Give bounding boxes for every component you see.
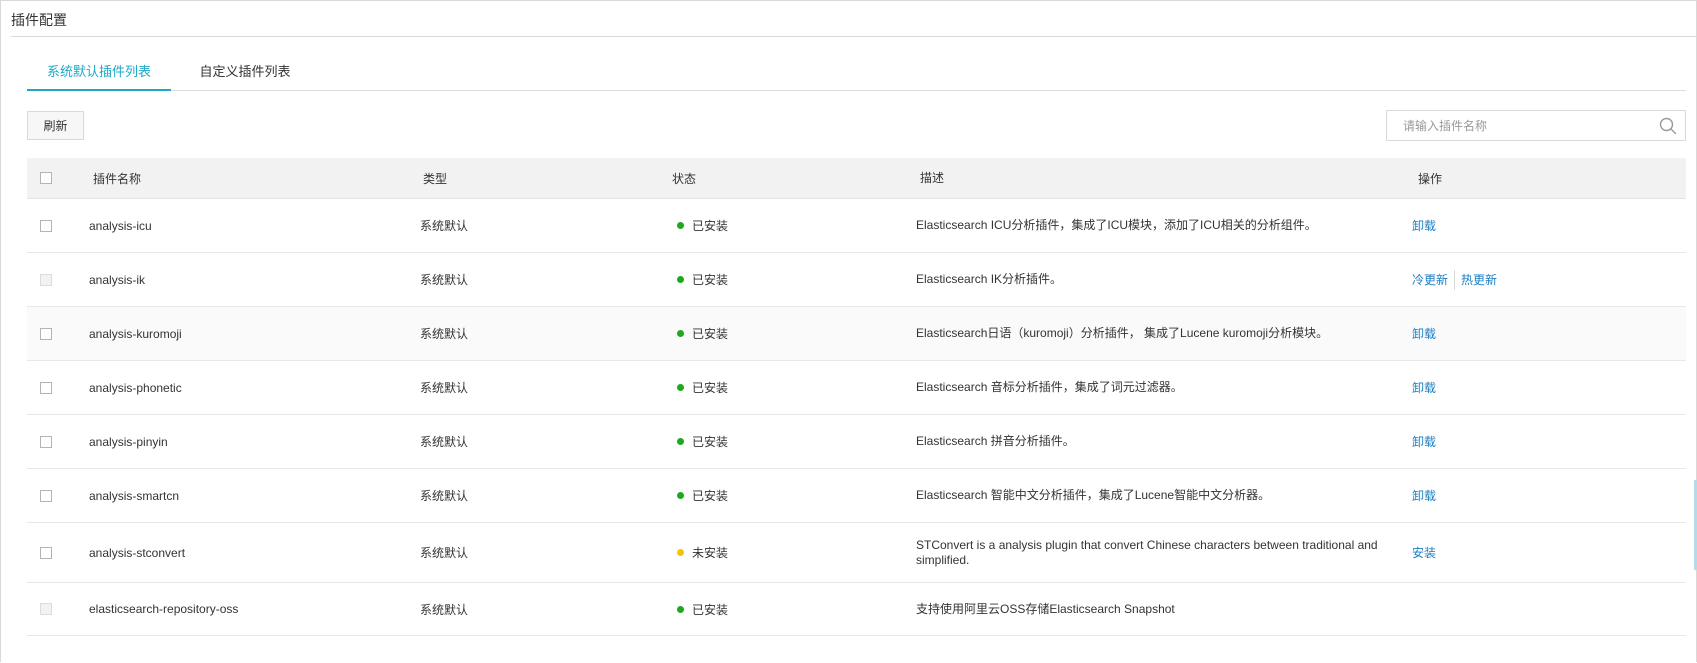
- row-checkbox[interactable]: [40, 219, 52, 232]
- plugin-status: 已安装: [677, 415, 907, 468]
- plugin-actions: 卸载: [1412, 469, 1672, 522]
- plugin-type: 系统默认: [420, 546, 469, 560]
- plugin-description: Elasticsearch日语（kuromoji）分析插件， 集成了Lucene…: [916, 326, 1329, 340]
- row-checkbox[interactable]: [40, 435, 52, 448]
- action-divider: [1454, 269, 1456, 290]
- row-checkbox[interactable]: [40, 546, 52, 559]
- table-row: analysis-pinyin 系统默认 已安装 Elasticsearch 拼音分析…: [27, 415, 1686, 469]
- plugin-status: 已安装: [677, 253, 907, 306]
- tab-custom-plugins[interactable]: 自定义插件列表: [185, 58, 305, 89]
- header-plugin-name: 插件名称: [93, 171, 142, 186]
- tab-bar: 系统默认插件列表 自定义插件列表: [27, 58, 1686, 91]
- refresh-button[interactable]: 刷新: [27, 111, 84, 140]
- plugin-name: analysis-icu: [89, 218, 152, 233]
- status-dot-icon: [677, 384, 684, 391]
- tab-system-default-plugins[interactable]: 系统默认插件列表: [27, 58, 171, 91]
- plugin-status: 已安装: [677, 307, 907, 360]
- plugin-description: Elasticsearch IK分析插件。: [916, 272, 1063, 286]
- plugin-name: analysis-smartcn: [89, 488, 180, 503]
- action-link[interactable]: 卸载: [1412, 217, 1436, 234]
- plugin-actions: 卸载: [1412, 307, 1672, 360]
- plugin-name: elasticsearch-repository-oss: [89, 602, 239, 616]
- status-label: 已安装: [692, 602, 729, 617]
- plugin-type: 系统默认: [420, 435, 469, 449]
- plugin-type: 系统默认: [420, 273, 469, 287]
- action-link[interactable]: 卸载: [1412, 433, 1436, 450]
- plugin-name: analysis-phonetic: [89, 380, 182, 395]
- plugin-description: Elasticsearch 音标分析插件，集成了词元过滤器。: [916, 380, 1183, 394]
- status-label: 已安装: [692, 435, 729, 449]
- plugin-name: analysis-ik: [89, 272, 146, 287]
- action-link[interactable]: 卸载: [1412, 487, 1436, 504]
- plugin-status: 未安装: [677, 523, 907, 582]
- plugin-name: analysis-pinyin: [89, 434, 168, 449]
- page-title: 插件配置: [11, 12, 67, 28]
- header-type: 类型: [423, 171, 448, 186]
- table-row: analysis-phonetic 系统默认 已安装 Elasticsearch 音标…: [27, 361, 1686, 415]
- plugin-description: Elasticsearch 智能中文分析插件，集成了Lucene智能中文分析器。: [916, 488, 1271, 502]
- status-dot-icon: [677, 438, 684, 445]
- plugin-type: 系统默认: [420, 602, 469, 617]
- header-description: 描述: [920, 170, 945, 185]
- search-box: [1386, 110, 1686, 141]
- plugin-description: STConvert is a analysis plugin that conv…: [916, 537, 1378, 567]
- status-label: 已安装: [692, 273, 729, 287]
- status-label: 已安装: [692, 327, 729, 341]
- action-link[interactable]: 冷更新: [1412, 271, 1448, 288]
- plugin-description: Elasticsearch ICU分析插件，集成了ICU模块，添加了ICU相关的…: [916, 218, 1317, 232]
- plugin-description: 支持使用阿里云OSS存储Elasticsearch Snapshot: [916, 601, 1175, 616]
- header-status: 状态: [672, 171, 697, 186]
- action-link[interactable]: 热更新: [1461, 271, 1497, 288]
- plugin-status: 已安装: [677, 469, 907, 522]
- row-checkbox[interactable]: [40, 381, 52, 394]
- title-divider: [11, 36, 1697, 37]
- plugin-actions: 卸载: [1412, 415, 1672, 468]
- status-dot-icon: [677, 549, 684, 556]
- table-row: elasticsearch-repository-oss 系统默认 已安装 支持使用阿…: [27, 583, 1686, 636]
- status-label: 已安装: [692, 381, 729, 395]
- plugin-description: Elasticsearch 拼音分析插件。: [916, 434, 1075, 448]
- plugin-status: 已安装: [677, 361, 907, 414]
- action-link[interactable]: 卸载: [1412, 379, 1436, 396]
- status-label: 已安装: [692, 489, 729, 503]
- plugin-actions: 冷更新 热更新: [1412, 253, 1672, 306]
- plugin-status: 已安装: [677, 199, 907, 252]
- plugin-type: 系统默认: [420, 219, 469, 233]
- status-dot-icon: [677, 492, 684, 499]
- search-input[interactable]: [1387, 111, 1663, 140]
- plugin-table: 插件名称 类型 状态 描述 操作 analysis-icu 系统默认 已安装 Elas…: [27, 158, 1686, 636]
- row-checkbox[interactable]: [40, 489, 52, 502]
- table-row: analysis-icu 系统默认 已安装 Elasticsearch ICU分析插件…: [27, 199, 1686, 253]
- action-link[interactable]: 卸载: [1412, 325, 1436, 342]
- plugin-actions: [1412, 583, 1672, 635]
- status-dot-icon: [677, 330, 684, 337]
- plugin-type: 系统默认: [420, 327, 469, 341]
- status-dot-icon: [677, 605, 684, 613]
- table-header: 插件名称 类型 状态 描述 操作: [27, 158, 1686, 199]
- action-link[interactable]: 安装: [1412, 544, 1436, 561]
- row-checkbox[interactable]: [40, 327, 52, 340]
- plugin-name: analysis-stconvert: [89, 545, 186, 560]
- header-actions: 操作: [1418, 171, 1443, 186]
- plugin-status: 已安装: [677, 583, 907, 635]
- status-dot-icon: [677, 276, 684, 283]
- plugin-type: 系统默认: [420, 381, 469, 395]
- search-icon[interactable]: [1659, 117, 1677, 135]
- row-checkbox: [40, 273, 52, 286]
- plugin-name: analysis-kuromoji: [89, 326, 182, 341]
- status-label: 已安装: [692, 219, 729, 233]
- row-checkbox: [40, 603, 52, 615]
- select-all-checkbox[interactable]: [40, 172, 52, 184]
- table-row: analysis-ik 系统默认 已安装 Elasticsearch IK分析插件。 冷…: [27, 253, 1686, 307]
- plugin-actions: 卸载: [1412, 199, 1672, 252]
- table-row: analysis-kuromoji 系统默认 已安装 Elasticsearch日语（…: [27, 307, 1686, 361]
- plugin-actions: 卸载: [1412, 361, 1672, 414]
- plugin-type: 系统默认: [420, 489, 469, 503]
- table-row: analysis-smartcn 系统默认 已安装 Elasticsearch 智能中…: [27, 469, 1686, 523]
- plugin-actions: 安装: [1412, 523, 1672, 582]
- status-dot-icon: [677, 222, 684, 229]
- table-row: analysis-stconvert 系统默认 未安装 STConvert is a …: [27, 523, 1686, 583]
- status-label: 未安装: [692, 546, 729, 560]
- table-body: analysis-icu 系统默认 已安装 Elasticsearch ICU分析插件…: [27, 199, 1686, 636]
